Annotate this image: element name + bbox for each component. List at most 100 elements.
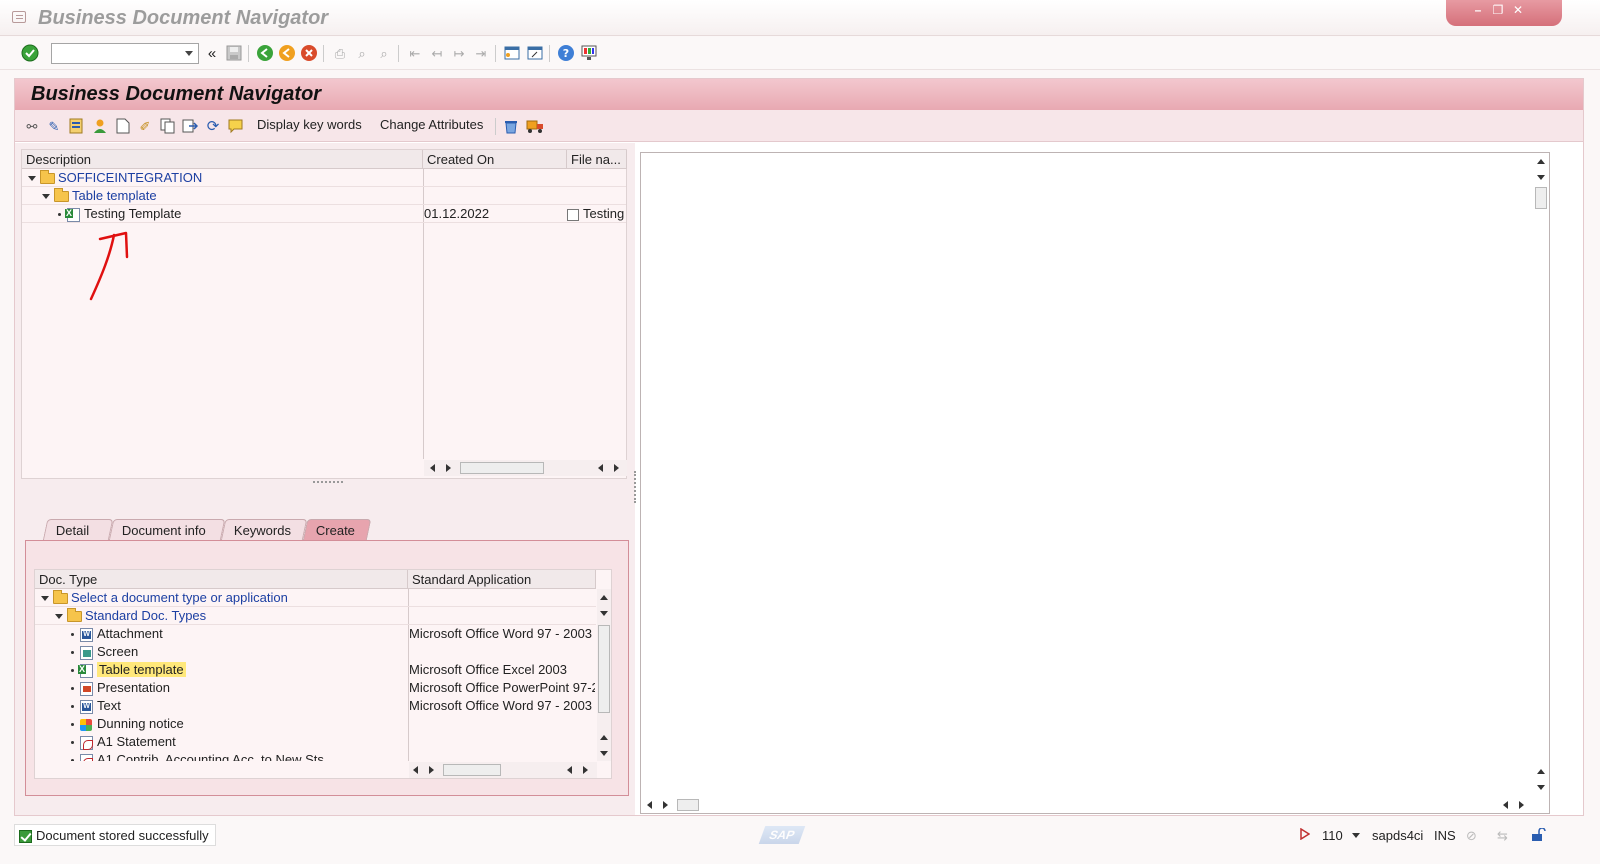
list-item-selected[interactable]: Table template Microsoft Office Excel 20…	[35, 661, 596, 679]
previous-page-icon[interactable]: ↤	[428, 44, 446, 62]
list-item[interactable]: Screen	[35, 643, 596, 661]
find-next-icon[interactable]: ⌕	[375, 44, 393, 62]
customize-layout-icon[interactable]	[580, 44, 598, 62]
next-page-icon[interactable]: ↦	[450, 44, 468, 62]
scroll-left-icon[interactable]	[567, 766, 572, 774]
save-icon[interactable]	[225, 44, 243, 62]
list-item[interactable]: Presentation Microsoft Office PowerPoint…	[35, 679, 596, 697]
change-attributes-button[interactable]: Change Attributes	[380, 117, 483, 132]
list-item[interactable]: A1 Contrib. Accounting Acc. to New Sts	[35, 751, 596, 761]
status-expand-icon[interactable]	[1300, 827, 1311, 843]
find-icon[interactable]: ⌕	[353, 44, 371, 62]
document-viewer[interactable]	[640, 152, 1550, 814]
scroll-right-icon[interactable]	[663, 801, 668, 809]
scroll-right-icon[interactable]	[583, 766, 588, 774]
command-field[interactable]	[51, 43, 199, 64]
horizontal-scrollbar[interactable]	[641, 797, 1534, 813]
splitter-handle[interactable]	[313, 481, 343, 484]
comment-icon[interactable]	[227, 117, 245, 135]
chevron-down-icon[interactable]	[185, 51, 193, 56]
scroll-down-icon[interactable]	[600, 611, 608, 616]
scroll-up-icon[interactable]	[1537, 769, 1545, 774]
horizontal-scrollbar[interactable]	[409, 762, 597, 778]
maximize-icon[interactable]: ❐	[1490, 3, 1506, 17]
display-change-icon[interactable]: ⚯	[23, 117, 41, 135]
tree-row-testing-template[interactable]: Testing Template 01.12.2022 Testing	[22, 205, 626, 223]
transport-icon[interactable]	[526, 117, 544, 135]
scroll-thumb[interactable]	[443, 764, 501, 776]
new-session-icon[interactable]	[503, 44, 521, 62]
scroll-thumb[interactable]	[598, 625, 610, 713]
tree-row-sofficeintegration[interactable]: SOFFICEINTEGRATION	[22, 169, 626, 187]
scroll-thumb[interactable]	[677, 799, 699, 811]
new-document-icon[interactable]	[114, 117, 132, 135]
scroll-right-icon[interactable]	[446, 464, 451, 472]
collapse-command-icon[interactable]: «	[203, 44, 221, 62]
scroll-left-icon[interactable]	[413, 766, 418, 774]
export-icon[interactable]	[181, 117, 199, 135]
vertical-scrollbar[interactable]	[597, 589, 611, 761]
chevron-down-icon[interactable]	[1352, 833, 1360, 838]
list-item[interactable]: A1 Statement	[35, 733, 596, 751]
command-input[interactable]	[52, 44, 176, 63]
column-header-description[interactable]: Description	[22, 150, 423, 169]
help-icon[interactable]: ?	[557, 44, 575, 62]
scroll-thumb[interactable]	[460, 462, 544, 474]
file-checkbox[interactable]	[567, 208, 579, 221]
scroll-up-icon[interactable]	[600, 595, 608, 600]
column-header-standard-application[interactable]: Standard Application	[408, 570, 596, 589]
edit-document-icon[interactable]: ✐	[136, 117, 154, 135]
first-page-icon[interactable]: ⇤	[406, 44, 424, 62]
exit-icon[interactable]	[278, 44, 296, 62]
scroll-down-icon[interactable]	[1537, 175, 1545, 180]
minimize-icon[interactable]: –	[1470, 3, 1486, 17]
tab-keywords[interactable]: Keywords	[220, 519, 308, 541]
scroll-down-icon[interactable]	[1537, 785, 1545, 790]
horizontal-scrollbar[interactable]	[424, 460, 627, 476]
insert-mode[interactable]: INS	[1434, 828, 1456, 843]
display-key-words-button[interactable]: Display key words	[257, 117, 362, 132]
scroll-left-icon[interactable]	[647, 801, 652, 809]
scroll-left-icon[interactable]	[430, 464, 435, 472]
tab-detail[interactable]: Detail	[42, 519, 114, 541]
list-item[interactable]: Attachment Microsoft Office Word 97 - 20…	[35, 625, 596, 643]
vertical-splitter-handle[interactable]	[634, 471, 637, 503]
print-icon[interactable]: ⎙	[331, 44, 349, 62]
refresh-icon[interactable]: ⟳	[204, 117, 222, 135]
list-item[interactable]: Dunning notice	[35, 715, 596, 733]
app-menu-icon[interactable]	[12, 11, 26, 23]
scroll-left-icon[interactable]	[598, 464, 603, 472]
document-properties-icon[interactable]	[67, 117, 85, 135]
expand-arrow-icon[interactable]	[42, 194, 50, 200]
list-item[interactable]: Text Microsoft Office Word 97 - 2003	[35, 697, 596, 715]
scroll-left-icon[interactable]	[1503, 801, 1508, 809]
vertical-scrollbar[interactable]	[1534, 153, 1548, 797]
scroll-thumb[interactable]	[1535, 187, 1547, 209]
scroll-up-icon[interactable]	[600, 735, 608, 740]
scroll-right-icon[interactable]	[429, 766, 434, 774]
column-header-doc-type[interactable]: Doc. Type	[35, 570, 408, 589]
tree-row-select-type[interactable]: Select a document type or application	[35, 589, 596, 607]
expand-arrow-icon[interactable]	[28, 176, 36, 182]
delete-icon[interactable]	[502, 117, 520, 135]
tree-row-standard-doc-types[interactable]: Standard Doc. Types	[35, 607, 596, 625]
last-page-icon[interactable]: ⇥	[472, 44, 490, 62]
scroll-right-icon[interactable]	[614, 464, 619, 472]
tab-document-info[interactable]: Document info	[108, 519, 226, 541]
copy-icon[interactable]	[159, 117, 177, 135]
enter-icon[interactable]	[21, 44, 39, 62]
status-message[interactable]: Document stored successfully	[14, 824, 216, 846]
scroll-right-icon[interactable]	[1519, 801, 1524, 809]
back-icon[interactable]	[256, 44, 274, 62]
scroll-up-icon[interactable]	[1537, 159, 1545, 164]
cancel-icon[interactable]	[300, 44, 318, 62]
close-icon[interactable]: ✕	[1510, 3, 1526, 17]
column-header-created-on[interactable]: Created On	[423, 150, 567, 169]
tab-create[interactable]: Create	[302, 519, 372, 541]
edit-pencil-icon[interactable]: ✎	[45, 117, 63, 135]
expand-arrow-icon[interactable]	[41, 596, 49, 602]
column-header-file-name[interactable]: File na...	[567, 150, 627, 169]
expand-arrow-icon[interactable]	[55, 614, 63, 620]
scroll-down-icon[interactable]	[600, 751, 608, 756]
padlock-icon[interactable]	[1530, 827, 1546, 845]
